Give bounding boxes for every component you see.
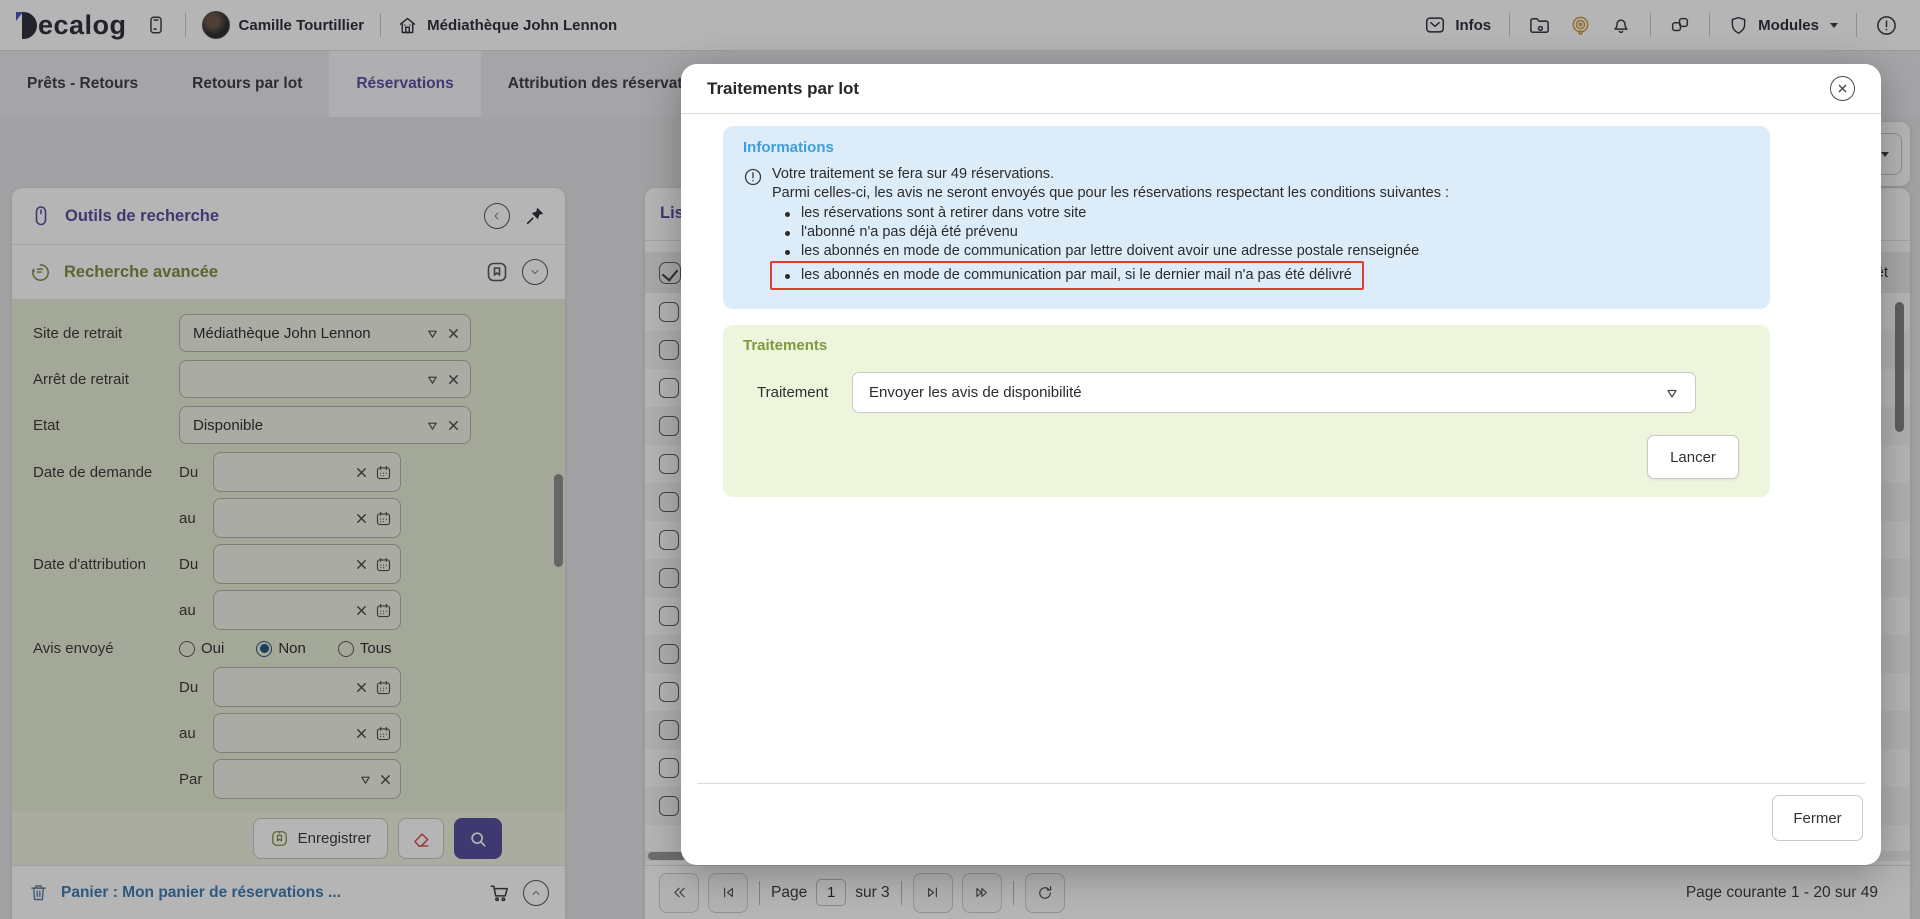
- treatment-select[interactable]: Envoyer les avis de disponibilité: [852, 372, 1696, 413]
- close-icon[interactable]: [1830, 76, 1855, 101]
- info-line-2: Parmi celles-ci, les avis ne seront envo…: [772, 184, 1449, 203]
- divider: [697, 783, 1865, 784]
- treatment-label: Traitement: [743, 384, 852, 401]
- condition-item: les abonnés en mode de communication par…: [772, 242, 1449, 261]
- conditions-list: les réservations sont à retirer dans vot…: [772, 204, 1449, 290]
- modal-header: Traitements par lot: [681, 64, 1881, 114]
- condition-item: les réservations sont à retirer dans vot…: [772, 204, 1449, 223]
- informations-box: Informations Votre traitement se fera su…: [723, 126, 1770, 309]
- modal-title: Traitements par lot: [707, 79, 1830, 99]
- informations-title: Informations: [743, 139, 1750, 156]
- condition-item: l'abonné n'a pas déjà été prévenu: [772, 223, 1449, 242]
- close-modal-button[interactable]: Fermer: [1772, 795, 1863, 841]
- treatments-title: Traitements: [743, 337, 1750, 354]
- info-line-1: Votre traitement se fera sur 49 réservat…: [772, 165, 1449, 184]
- condition-item-highlighted: les abonnés en mode de communication par…: [770, 261, 1364, 290]
- batch-processing-modal: Traitements par lot Informations Votre t…: [681, 64, 1881, 865]
- treatments-box: Traitements Traitement Envoyer les avis …: [723, 325, 1770, 497]
- dropdown-icon: [1665, 386, 1679, 400]
- treatment-selected-value: Envoyer les avis de disponibilité: [869, 384, 1082, 401]
- launch-button[interactable]: Lancer: [1647, 435, 1739, 479]
- info-circle-icon: [743, 167, 763, 290]
